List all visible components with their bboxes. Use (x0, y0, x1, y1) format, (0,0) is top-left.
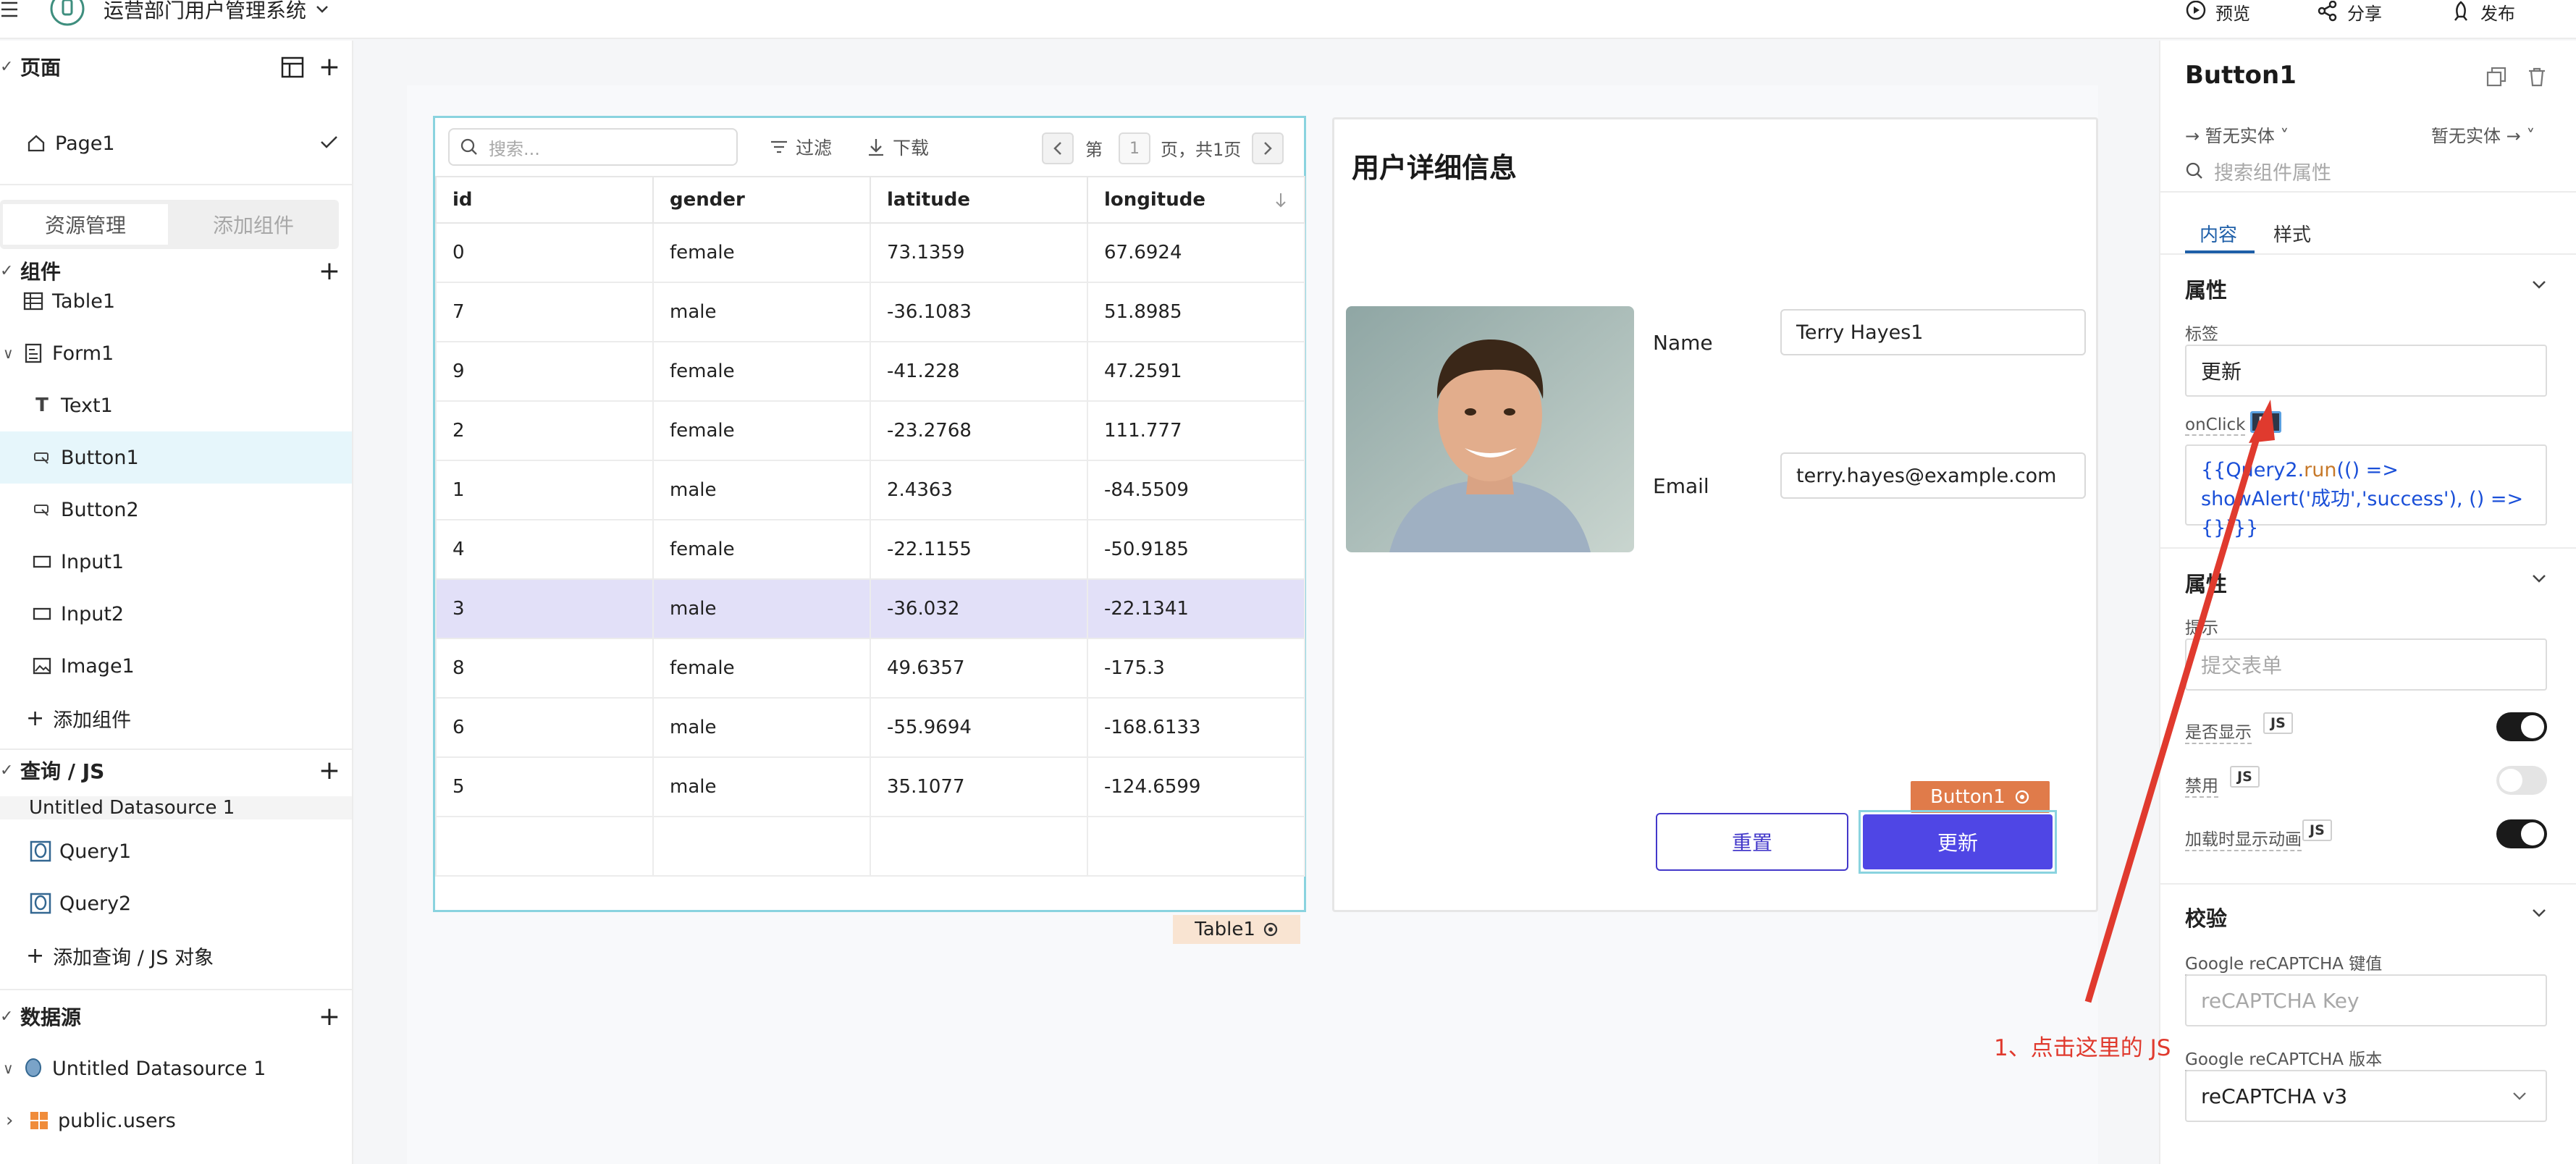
annotation-text: 1、点击这里的 JS (1994, 1035, 2171, 1061)
annotation-arrow (2084, 400, 2275, 1003)
